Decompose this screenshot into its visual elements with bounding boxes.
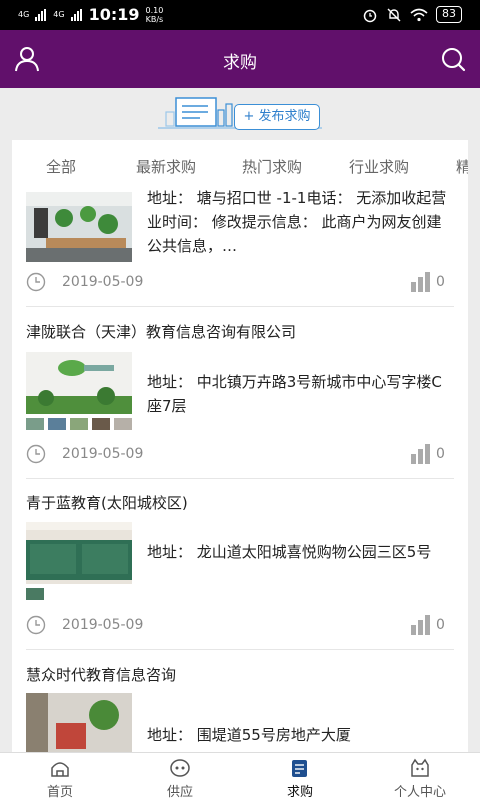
nav-profile-label: 个人中心 bbox=[393, 785, 446, 800]
tab-hot[interactable]: 热门求购 bbox=[242, 156, 302, 177]
item-date: 2019-05-09 bbox=[62, 617, 144, 633]
item-date: 2019-05-09 bbox=[62, 446, 144, 462]
battery-indicator: 83 bbox=[436, 6, 462, 23]
nav-purchase[interactable]: 求购 bbox=[240, 753, 360, 800]
item-address: 地址： 龙山道太阳城喜悦购物公园三区5号 bbox=[147, 543, 432, 561]
thumbnail-strip bbox=[26, 418, 132, 430]
tab-more[interactable]: 精 bbox=[456, 156, 468, 177]
profile-icon bbox=[411, 758, 429, 777]
speed-unit: KB/s bbox=[145, 14, 164, 24]
tab-all[interactable]: 全部 bbox=[46, 156, 76, 177]
wifi-icon bbox=[410, 8, 428, 21]
nav-supply[interactable]: 供应 bbox=[120, 753, 240, 800]
clock-icon bbox=[26, 272, 46, 292]
alarm-icon bbox=[363, 9, 377, 22]
divider bbox=[26, 306, 454, 307]
item-date: 2019-05-09 bbox=[62, 274, 144, 290]
item-address: 地址： 围堤道55号房地产大厦 bbox=[147, 726, 351, 744]
publish-purchase-button[interactable]: + 发布求购 bbox=[234, 104, 320, 130]
item-thumbnail bbox=[26, 693, 132, 752]
page-title: 求购 bbox=[223, 53, 257, 73]
item-address: 地址： 中北镇万卉路3号新城市中心写字楼C座7层 bbox=[147, 373, 442, 415]
item-view-count: 0 bbox=[436, 617, 445, 633]
home-icon bbox=[51, 762, 69, 777]
clock-time: 10:19 bbox=[88, 5, 140, 24]
item-thumbnail bbox=[26, 352, 132, 414]
signal-indicator-2: 4G bbox=[53, 10, 65, 19]
signal-indicator-1: 4G bbox=[18, 10, 30, 19]
nav-profile[interactable]: 个人中心 bbox=[360, 753, 480, 800]
divider bbox=[26, 478, 454, 479]
category-tabs: 全部 最新求购 热门求购 行业求购 精 bbox=[12, 140, 468, 190]
nav-home-label: 首页 bbox=[46, 785, 73, 800]
item-thumbnail bbox=[26, 192, 132, 262]
purchase-icon bbox=[292, 760, 307, 777]
clock-icon bbox=[26, 444, 46, 464]
item-title: 慧众时代教育信息咨询 bbox=[26, 666, 177, 684]
item-view-count: 0 bbox=[436, 274, 445, 290]
item-title: 津陇联合（天津）教育信息咨询有限公司 bbox=[26, 323, 297, 341]
speed-value: 0.10 bbox=[145, 5, 164, 15]
thumbnail-strip bbox=[26, 588, 44, 600]
clock-icon bbox=[26, 615, 46, 635]
item-view-count: 0 bbox=[436, 446, 445, 462]
bottom-nav-bar: 首页 供应 求购 个人中心 bbox=[0, 752, 480, 800]
mute-bell-icon bbox=[387, 8, 401, 21]
signal-bars-icon bbox=[35, 8, 47, 21]
views-bars-icon bbox=[411, 615, 430, 635]
views-bars-icon bbox=[411, 444, 430, 464]
divider bbox=[26, 649, 454, 650]
signal-bars-icon-2 bbox=[70, 8, 82, 21]
item-thumbnail bbox=[26, 522, 132, 584]
network-speed: 0.10 KB/s bbox=[146, 6, 164, 24]
status-bar: 4G 4G 10:19 0.10 KB/s 83 bbox=[0, 0, 480, 30]
item-title: 青于蓝教育(太阳城校区) bbox=[26, 494, 188, 512]
item-address: 地址： 塘与招口世 -1-1电话： 无添加收起营业时间： 修改提示信息： 此商户… bbox=[147, 189, 447, 255]
search-icon[interactable] bbox=[438, 44, 468, 74]
tab-latest[interactable]: 最新求购 bbox=[136, 156, 196, 177]
tab-industry[interactable]: 行业求购 bbox=[349, 156, 409, 177]
nav-purchase-label: 求购 bbox=[286, 785, 313, 800]
views-bars-icon bbox=[411, 272, 430, 292]
top-nav-bar: 求购 bbox=[0, 30, 480, 88]
nav-home[interactable]: 首页 bbox=[0, 753, 120, 800]
supply-icon bbox=[170, 759, 190, 777]
purchase-list-card: 全部 最新求购 热门求购 行业求购 精 地址： 塘与招口世 -1-1电话： 无添… bbox=[12, 140, 468, 752]
nav-supply-label: 供应 bbox=[166, 785, 193, 800]
